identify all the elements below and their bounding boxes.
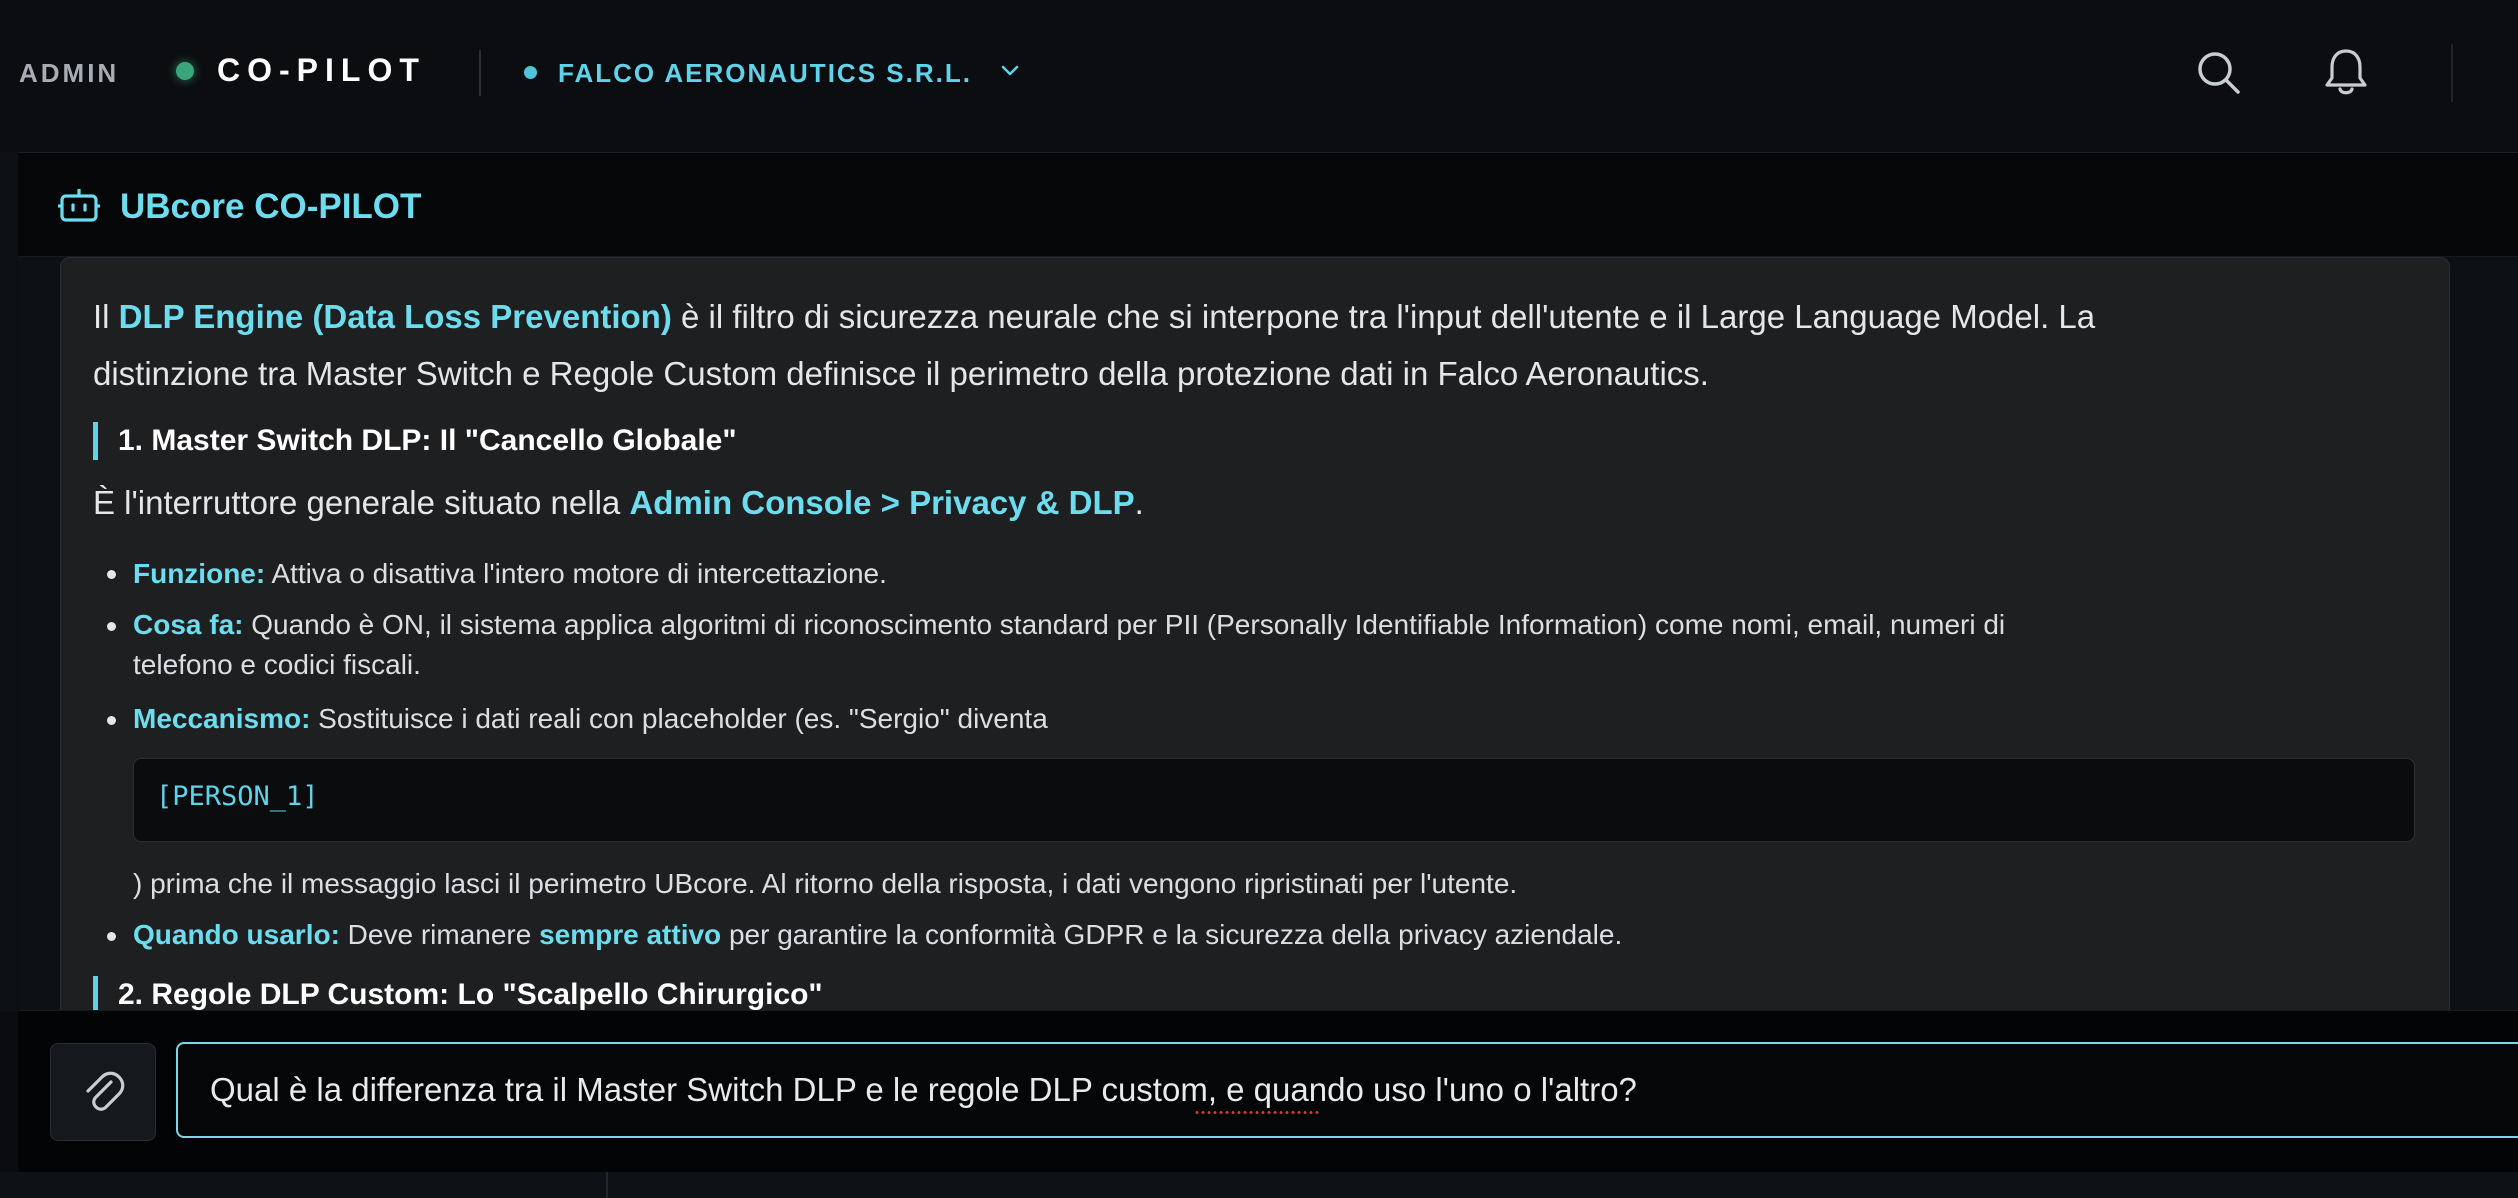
top-bar: ADMIN CO-PILOT FALCO AERONAUTICS S.R.L. <box>0 0 2518 153</box>
chat-message-list[interactable]: Il DLP Engine (Data Loss Prevention) è i… <box>18 257 2518 1010</box>
chevron-down-icon[interactable] <box>998 59 1022 83</box>
list-item-label: Quando usarlo: <box>133 919 340 950</box>
bottom-strip <box>0 1172 2518 1198</box>
intro-text: Il <box>93 298 119 335</box>
lead-highlight: Admin Console > Privacy & DLP <box>629 484 1135 521</box>
bell-icon[interactable] <box>2322 46 2370 98</box>
list-item-meccanismo: Meccanismo: Sostituisce i dati reali con… <box>133 699 1048 739</box>
list-item-label: Funzione: <box>133 558 266 589</box>
code-text: [PERSON_1] <box>156 781 319 812</box>
lead-text: È l'interruttore generale situato nella <box>93 484 630 521</box>
list-item-quando-usarlo: Quando usarlo: Deve rimanere sempre atti… <box>133 915 1622 955</box>
org-status-dot <box>524 66 537 79</box>
chat-input[interactable] <box>176 1042 2518 1138</box>
bullet-dot <box>107 932 116 941</box>
bullet-dot <box>107 622 116 631</box>
list-item-text: Attiva o disattiva l'intero motore di in… <box>265 558 887 589</box>
list-item-text: Sostituisce i dati reali con placeholder… <box>310 703 1048 734</box>
list-item-label: Meccanismo: <box>133 703 311 734</box>
lead-text: . <box>1134 484 1144 521</box>
list-item-funzione: Funzione: Attiva o disattiva l'intero mo… <box>133 554 887 594</box>
section-heading-master-switch: 1. Master Switch DLP: Il "Cancello Globa… <box>93 422 737 460</box>
list-item-text: Deve rimanere <box>339 919 540 950</box>
left-gutter <box>0 152 18 1012</box>
intro-line-2: distinzione tra Master Switch e Regole C… <box>93 355 1709 392</box>
divider <box>606 1172 608 1198</box>
bullet-dot <box>107 570 116 579</box>
paperclip-icon <box>86 1071 125 1111</box>
org-selector[interactable]: FALCO AERONAUTICS S.R.L. <box>558 58 972 89</box>
app-brand[interactable]: CO-PILOT <box>217 52 426 89</box>
list-item-cosa-fa: Cosa fa: Quando è ON, il sistema applica… <box>133 605 2005 645</box>
list-item-text-continued: ) prima che il messaggio lasci il perime… <box>133 868 1518 899</box>
divider <box>479 50 481 96</box>
admin-label: ADMIN <box>19 58 120 88</box>
bullet-dot <box>107 716 116 725</box>
code-block[interactable]: [PERSON_1] <box>133 758 2415 842</box>
list-item-text: per garantire la conformità GDPR e la si… <box>721 919 1623 950</box>
section-heading-custom-rules: 2. Regole DLP Custom: Lo "Scalpello Chir… <box>93 976 823 1010</box>
list-item-text: Quando è ON, il sistema applica algoritm… <box>243 609 2006 640</box>
list-item-highlight: sempre attivo <box>539 919 722 950</box>
robot-icon <box>58 189 100 222</box>
assistant-message: Il DLP Engine (Data Loss Prevention) è i… <box>60 257 2450 1010</box>
list-item-text-continued: telefono e codici fiscali. <box>133 649 421 680</box>
divider <box>2451 44 2453 102</box>
spellcheck-underline <box>1194 1110 1320 1115</box>
list-item-label: Cosa fa: <box>133 609 244 640</box>
attach-button[interactable] <box>50 1043 156 1141</box>
section-lead: È l'interruttore generale situato nella … <box>93 480 1144 526</box>
intro-text: è il filtro di sicurezza neurale che si … <box>671 298 2096 335</box>
search-icon[interactable] <box>2196 50 2242 96</box>
online-status-dot <box>176 62 194 80</box>
panel-title: UBcore CO-PILOT <box>120 187 422 226</box>
intro-paragraph: Il DLP Engine (Data Loss Prevention) è i… <box>93 294 2095 340</box>
intro-highlight: DLP Engine (Data Loss Prevention) <box>118 298 672 335</box>
